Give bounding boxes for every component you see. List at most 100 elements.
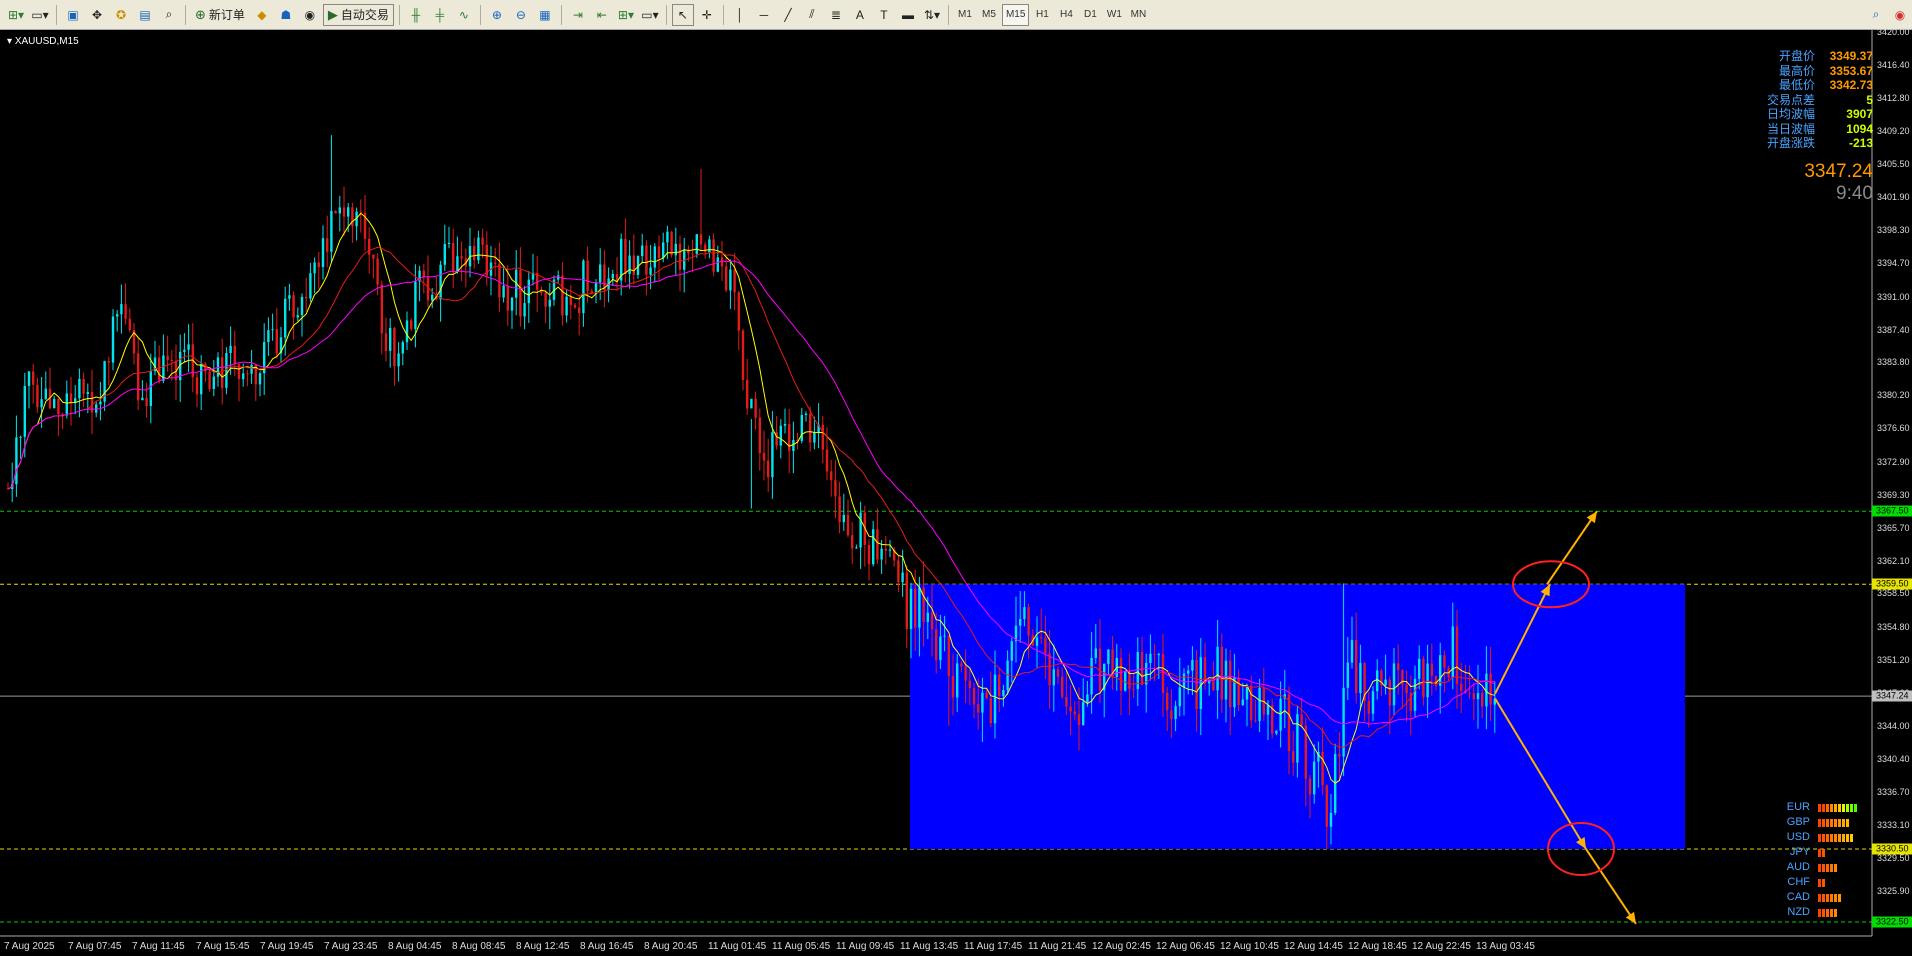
periods-icon[interactable]: ▭▾ [639,4,661,26]
time-label: 7 Aug 11:45 [132,941,185,952]
new-order-button[interactable]: ⊕ 新订单 [191,4,249,26]
candle-body [1019,619,1022,626]
strength-bars [1818,848,1825,857]
strength-bars [1818,893,1841,902]
candle-body [968,680,971,688]
metaeditor-icon[interactable]: ◆ [251,4,273,26]
candle-body [284,298,287,338]
horizontal-line-icon[interactable]: ─ [753,4,775,26]
candle-body [1199,657,1202,710]
candle-body [1350,640,1354,663]
timeframe-mn-button[interactable]: MN [1127,4,1149,26]
fibonacci-icon[interactable]: ≣ [825,4,847,26]
strength-bar [1834,833,1837,842]
profiles-icon[interactable]: ▭▾ [29,4,51,26]
cursor-icon[interactable]: ↖ [671,3,694,26]
market-watch-icon[interactable]: ▣ [62,4,84,26]
notifications-icon[interactable]: ◉ [1889,4,1911,26]
price-axis[interactable]: 3420.00 3416.40 3412.80 3409.20 3405.50 3401.… [1872,27,1912,936]
candle-body [1119,657,1123,691]
chart-shift-icon[interactable]: ⇤ [591,4,613,26]
text-icon[interactable]: A [849,4,871,26]
experts-icon[interactable]: ☗ [275,4,297,26]
terminal-icon[interactable]: ▤ [134,4,156,26]
current-price: 3347.24 [1804,161,1873,182]
candle-body [830,471,833,481]
candle-body [19,436,22,438]
time-label: 11 Aug 21:45 [1028,941,1087,952]
currency-strength-meter: EUR GBP USD JPY AUD CHF CAD NZD [1770,800,1857,920]
vertical-line-icon[interactable]: │ [729,4,751,26]
candle-body [670,231,673,256]
timeframe-m5-button[interactable]: M5 [978,4,1000,26]
candle-body [1220,646,1223,700]
candle-body [565,296,568,316]
strength-bar [1818,878,1821,887]
strength-bar [1850,803,1853,812]
data-window-icon[interactable]: ✥ [86,4,108,26]
zoom-out-icon[interactable]: ⊖ [510,4,532,26]
candle-body [1212,679,1215,691]
timeframe-w1-button[interactable]: W1 [1103,4,1125,26]
auto-scroll-icon[interactable]: ⇥ [567,4,589,26]
strength-row-usd: USD [1770,830,1857,845]
candle-body [1287,694,1291,752]
candle-body [1292,751,1295,763]
timeframe-h1-button[interactable]: H1 [1031,4,1053,26]
candle-body [1182,673,1186,688]
candle-body [380,284,383,334]
candle-body [1371,691,1375,714]
timeframe-m15-button[interactable]: M15 [1001,3,1030,26]
new-chart-icon[interactable]: ⊞▾ [5,4,27,26]
navigator-icon[interactable]: ✪ [110,4,132,26]
signals-icon[interactable]: ◉ [299,4,321,26]
chart-canvas[interactable] [0,30,1912,956]
candle-body [1313,761,1316,795]
crosshair-icon[interactable]: ✛ [696,4,718,26]
collapse-icon[interactable]: ▾ [7,36,15,47]
strength-bar [1822,803,1825,812]
candle-body [53,398,56,409]
trendline-icon[interactable]: ╱ [777,4,799,26]
candle-body [431,294,434,301]
candle-body [897,560,900,583]
bar-chart-icon[interactable]: ╫ [405,4,427,26]
line-chart-icon[interactable]: ∿ [453,4,475,26]
strategy-tester-icon[interactable]: ⌕ [158,4,180,26]
candle-body [1405,684,1408,694]
time-label: 11 Aug 05:45 [772,941,831,952]
candle-chart-icon[interactable]: ╪ [429,4,451,26]
strength-bar [1838,833,1841,842]
rectangle-icon[interactable]: ▬ [897,4,919,26]
tile-windows-icon[interactable]: ▦ [534,4,556,26]
timeframe-d1-button[interactable]: D1 [1079,4,1101,26]
search-icon[interactable]: ⌕ [1865,4,1887,26]
zoom-in-icon[interactable]: ⊕ [486,4,508,26]
strength-bar [1846,818,1849,827]
candle-body [909,588,913,630]
candle-body [40,399,43,408]
candle-body [99,401,102,405]
strength-bar [1830,893,1833,902]
candle-body [662,242,665,258]
target-up-arrow[interactable] [1546,510,1598,585]
timeframe-m1-button[interactable]: M1 [954,4,976,26]
price-chart[interactable] [0,30,1912,956]
strength-bar [1834,893,1837,902]
arrows-icon[interactable]: ⇅▾ [921,4,943,26]
candle-body [347,207,350,217]
candle-body [666,231,669,243]
timeframe-h4-button[interactable]: H4 [1055,4,1077,26]
time-axis[interactable]: 7 Aug 2025 7 Aug 07:45 7 Aug 11:45 7 Aug 15… [0,936,1872,956]
candle-body [998,674,1001,697]
channel-icon[interactable]: ⫽ [801,4,823,26]
candle-body [1086,694,1089,703]
indicators-icon[interactable]: ⊞▾ [615,4,637,26]
candle-body [27,371,31,386]
text-label-icon[interactable]: T [873,4,895,26]
auto-trading-button[interactable]: ▶ 自动交易 [322,3,394,26]
strength-bar [1842,833,1845,842]
candle-body [1367,700,1370,714]
candle-body [250,364,253,374]
candle-body [624,238,627,275]
